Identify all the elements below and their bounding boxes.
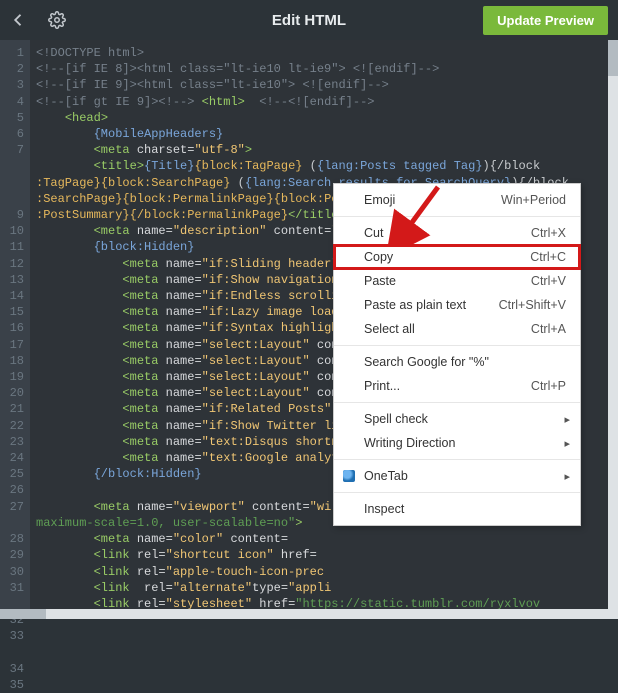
print-label: Print...: [364, 379, 400, 393]
cut-label: Cut: [364, 226, 383, 240]
onetab-icon: [342, 469, 356, 483]
spell-label: Spell check: [364, 412, 428, 426]
select-all-label: Select all: [364, 322, 415, 336]
select-all-shortcut: Ctrl+A: [531, 322, 566, 336]
cut-shortcut: Ctrl+X: [531, 226, 566, 240]
menu-divider: [334, 459, 580, 460]
context-menu: Emoji Win+Period Cut Ctrl+X Copy Ctrl+C …: [333, 183, 581, 526]
menu-item-paste-plain[interactable]: Paste as plain text Ctrl+Shift+V: [334, 293, 580, 317]
menu-item-onetab[interactable]: OneTab: [334, 464, 580, 488]
menu-item-writing-direction[interactable]: Writing Direction: [334, 431, 580, 455]
gear-icon[interactable]: [48, 11, 66, 29]
emoji-label: Emoji: [364, 193, 395, 207]
back-icon[interactable]: [10, 11, 28, 29]
line-numbers: 1 2 3 4 5 6 7 9 10 11 12 13 14 15 16 17 …: [0, 40, 30, 609]
scroll-thumb[interactable]: [608, 40, 618, 76]
menu-item-copy[interactable]: Copy Ctrl+C: [334, 245, 580, 269]
scroll-thumb[interactable]: [0, 609, 46, 619]
writing-dir-label: Writing Direction: [364, 436, 455, 450]
onetab-label: OneTab: [364, 469, 408, 483]
print-shortcut: Ctrl+P: [531, 379, 566, 393]
menu-item-select-all[interactable]: Select all Ctrl+A: [334, 317, 580, 341]
menu-item-emoji[interactable]: Emoji Win+Period: [334, 188, 580, 212]
menu-divider: [334, 402, 580, 403]
menu-item-cut[interactable]: Cut Ctrl+X: [334, 221, 580, 245]
menu-divider: [334, 216, 580, 217]
paste-plain-shortcut: Ctrl+Shift+V: [499, 298, 566, 312]
toolbar: Edit HTML Update Preview: [0, 0, 618, 40]
paste-shortcut: Ctrl+V: [531, 274, 566, 288]
update-preview-button[interactable]: Update Preview: [483, 6, 608, 35]
emoji-shortcut: Win+Period: [501, 193, 566, 207]
menu-item-search-google[interactable]: Search Google for "%": [334, 350, 580, 374]
copy-shortcut: Ctrl+C: [530, 250, 566, 264]
inspect-label: Inspect: [364, 502, 404, 516]
search-label: Search Google for "%": [364, 355, 489, 369]
menu-item-inspect[interactable]: Inspect: [334, 497, 580, 521]
paste-plain-label: Paste as plain text: [364, 298, 466, 312]
menu-item-paste[interactable]: Paste Ctrl+V: [334, 269, 580, 293]
horizontal-scrollbar[interactable]: [0, 609, 618, 619]
menu-divider: [334, 492, 580, 493]
menu-item-spell-check[interactable]: Spell check: [334, 407, 580, 431]
menu-divider: [334, 345, 580, 346]
vertical-scrollbar[interactable]: [608, 40, 618, 609]
paste-label: Paste: [364, 274, 396, 288]
copy-label: Copy: [364, 250, 393, 264]
menu-item-print[interactable]: Print... Ctrl+P: [334, 374, 580, 398]
